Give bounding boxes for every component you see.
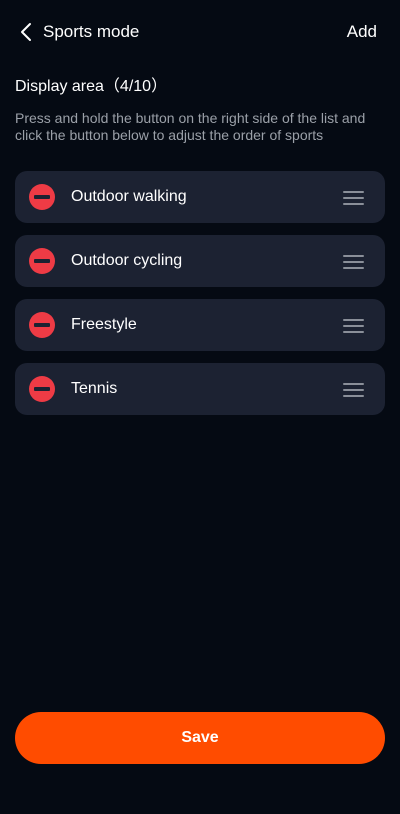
add-button[interactable]: Add [347, 22, 377, 42]
sport-row: Outdoor walking [15, 171, 385, 223]
minus-circle-icon[interactable] [29, 184, 55, 210]
minus-circle-icon[interactable] [29, 376, 55, 402]
drag-handle-icon[interactable] [341, 315, 365, 335]
chevron-left-icon [21, 23, 31, 41]
save-button[interactable]: Save [15, 712, 385, 764]
sport-row: Freestyle [15, 299, 385, 351]
sport-label: Outdoor walking [71, 188, 187, 205]
minus-circle-icon[interactable] [29, 248, 55, 274]
page-title: Sports mode [43, 22, 140, 41]
back-button[interactable] [14, 18, 38, 46]
sport-label: Tennis [71, 380, 118, 397]
drag-handle-icon[interactable] [341, 379, 365, 399]
sport-label: Outdoor cycling [71, 252, 183, 269]
sports-list: Outdoor walking Outdoor cycling Freestyl… [15, 171, 385, 427]
sport-row: Tennis [15, 363, 385, 415]
display-area-title: Display area（4/10） [15, 78, 168, 95]
instruction-text: Press and hold the button on the right s… [15, 110, 366, 143]
minus-circle-icon[interactable] [29, 312, 55, 338]
drag-handle-icon[interactable] [341, 251, 365, 271]
sport-label: Freestyle [71, 316, 137, 333]
header-bar: Sports mode Add [0, 0, 400, 64]
drag-handle-icon[interactable] [341, 187, 365, 207]
sport-row: Outdoor cycling [15, 235, 385, 287]
